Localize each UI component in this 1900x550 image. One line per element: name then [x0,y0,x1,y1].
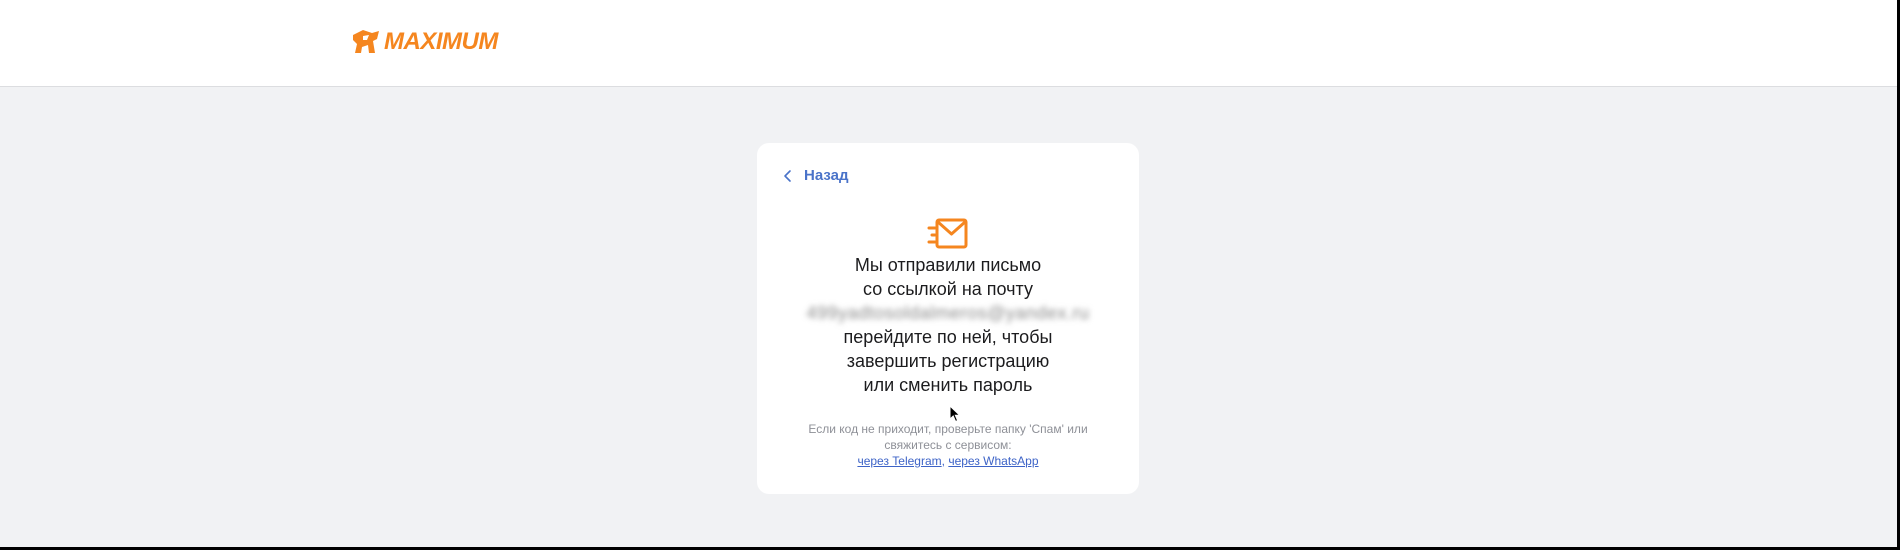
email-address-blurred: 499yadtosoldalmeros@yandex.ru [806,303,1090,323]
support-hint: Если код не приходит, проверьте папку 'С… [757,421,1139,469]
maximum-logo-icon [353,30,379,53]
message-line: перейдите по ней, чтобы [843,327,1053,347]
hint-line: свяжитесь с сервисом: [884,438,1012,452]
chevron-left-icon [784,169,791,182]
page: MAXIMUM Назад Мы отправили письмо со ссы… [0,0,1897,547]
confirmation-card: Назад Мы отправили письмо со ссылкой на … [757,143,1139,494]
mouse-cursor-icon [949,405,961,423]
whatsapp-link[interactable]: через WhatsApp [948,454,1038,468]
message-line: или сменить пароль [863,375,1033,395]
message-line: завершить регистрацию [846,351,1050,371]
site-header: MAXIMUM [0,0,1897,87]
envelope-icon [927,218,968,249]
site-logo[interactable]: MAXIMUM [350,24,498,60]
back-button[interactable]: Назад [782,167,848,184]
hint-line: Если код не приходит, проверьте папку 'С… [808,422,1088,436]
logo-wordmark: MAXIMUM [384,28,498,55]
back-label: Назад [804,167,849,184]
link-separator: , [941,454,945,468]
confirmation-message: Мы отправили письмо со ссылкой на почту … [757,253,1139,397]
telegram-link[interactable]: через Telegram [857,454,941,468]
message-line: Мы отправили письмо [854,255,1042,275]
message-line: со ссылкой на почту [863,279,1033,299]
